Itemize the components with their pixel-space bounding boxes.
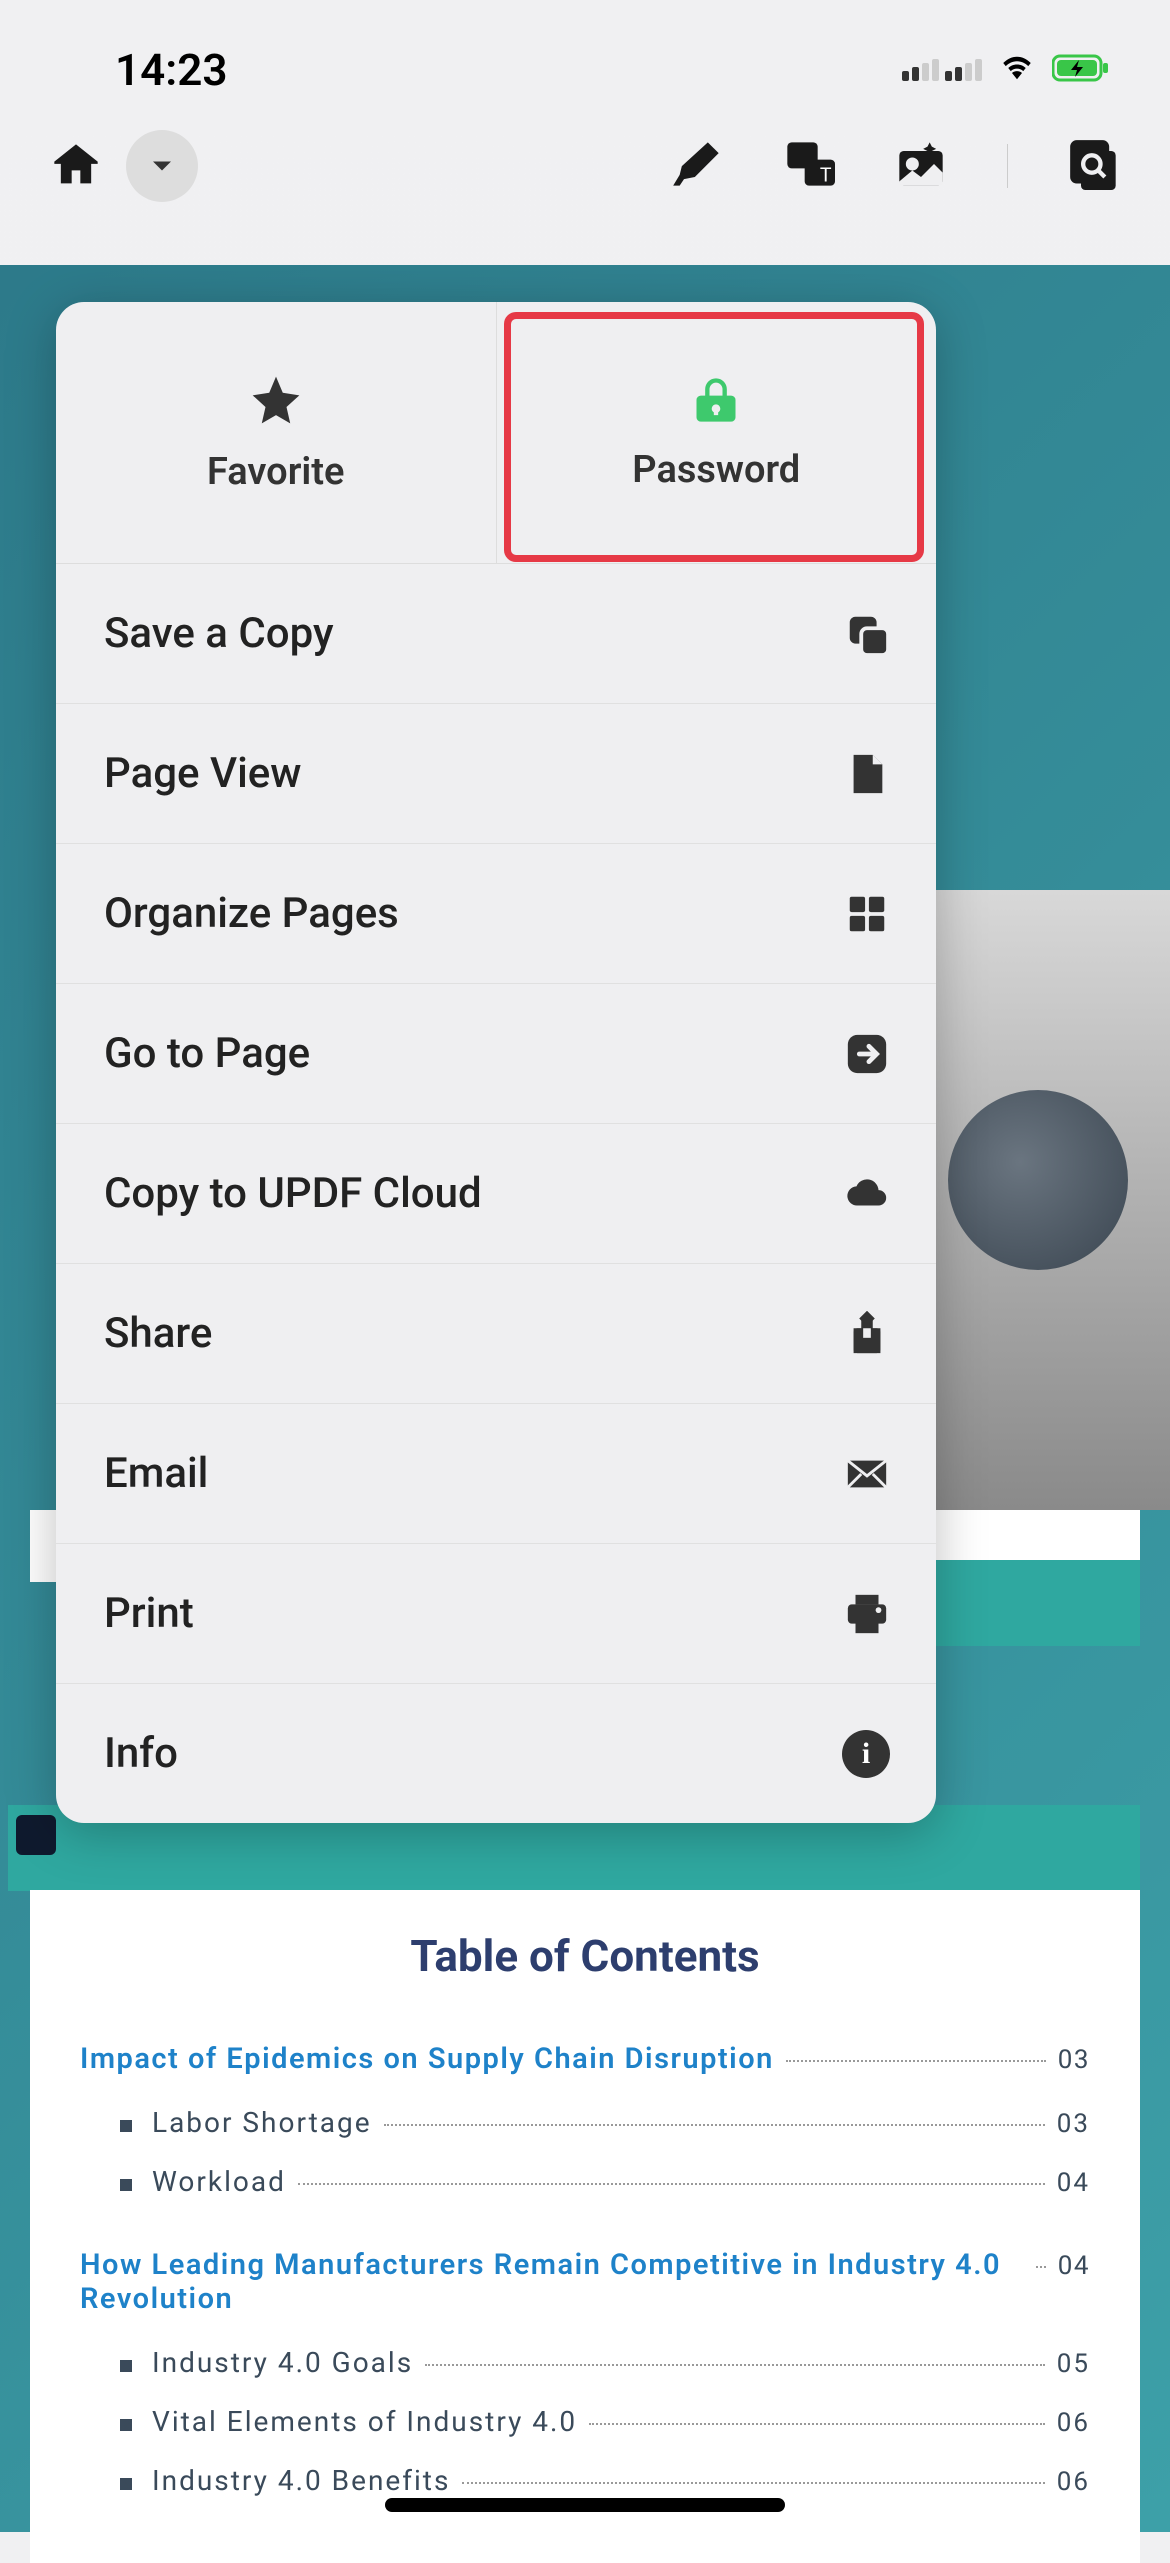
document-teal-bar: [918, 1560, 1140, 1646]
signal-icon: [902, 59, 982, 81]
table-of-contents: Table of Contents Impact of Epidemics on…: [30, 1890, 1140, 2563]
menu-item-email[interactable]: Email: [56, 1404, 936, 1544]
toc-sub-title: Industry 4.0 Goals: [152, 2346, 413, 2379]
menu-dropdown-button[interactable]: [126, 130, 198, 202]
cloud-icon: [844, 1171, 890, 1217]
bullet-icon: [120, 2179, 132, 2191]
toc-section-title: Impact of Epidemics on Supply Chain Disr…: [80, 2042, 774, 2076]
toc-subsection[interactable]: Industry 4.0 Goals 05: [120, 2346, 1090, 2379]
toc-dots: [589, 2423, 1045, 2425]
toc-sub-title: Industry 4.0 Benefits: [152, 2464, 450, 2497]
toc-dots: [462, 2482, 1044, 2484]
dropdown-tabs: Favorite Password: [56, 302, 936, 564]
bullet-icon: [120, 2360, 132, 2372]
copy-icon: [844, 611, 890, 657]
menu-item-share[interactable]: Share: [56, 1264, 936, 1404]
menu-item-label: Print: [104, 1589, 194, 1638]
menu-item-info[interactable]: Info i: [56, 1684, 936, 1823]
page-icon: [844, 751, 890, 797]
battery-charging-icon: [1052, 53, 1110, 87]
bullet-icon: [120, 2120, 132, 2132]
menu-item-copy-cloud[interactable]: Copy to UPDF Cloud: [56, 1124, 936, 1264]
toc-subsection[interactable]: Industry 4.0 Benefits 06: [120, 2464, 1090, 2497]
menu-item-label: Info: [104, 1729, 178, 1778]
toc-sub-title: Vital Elements of Industry 4.0: [152, 2405, 577, 2438]
tab-favorite-label: Favorite: [207, 450, 344, 494]
toc-sub-title: Labor Shortage: [152, 2106, 372, 2139]
toc-section-1[interactable]: Impact of Epidemics on Supply Chain Disr…: [80, 2042, 1090, 2076]
bullet-icon: [120, 2419, 132, 2431]
menu-item-label: Save a Copy: [104, 609, 334, 658]
toc-page-number: 04: [1057, 2168, 1090, 2198]
toc-dots: [1036, 2266, 1046, 2268]
toolbar-divider: [1007, 144, 1008, 188]
toc-title: Table of Contents: [80, 1930, 1090, 1982]
document-image: [918, 890, 1170, 1510]
menu-item-label: Email: [104, 1449, 208, 1498]
status-icons: [902, 53, 1110, 87]
email-icon: [844, 1451, 890, 1497]
toc-page-number: 06: [1057, 2467, 1090, 2497]
toc-dots: [384, 2124, 1045, 2126]
menu-item-label: Copy to UPDF Cloud: [104, 1169, 482, 1218]
grid-icon: [844, 891, 890, 937]
image-text-icon[interactable]: T: [783, 138, 835, 194]
search-pages-icon[interactable]: [1068, 138, 1120, 194]
svg-text:T: T: [820, 163, 832, 186]
menu-item-go-to-page[interactable]: Go to Page: [56, 984, 936, 1124]
lock-icon: [690, 374, 742, 430]
toc-dots: [425, 2364, 1045, 2366]
tab-password-label: Password: [632, 448, 800, 492]
toc-dots: [298, 2183, 1045, 2185]
toc-section-title: How Leading Manufacturers Remain Competi…: [80, 2248, 1024, 2316]
image-effects-icon[interactable]: [895, 138, 947, 194]
menu-item-print[interactable]: Print: [56, 1544, 936, 1684]
toc-section-2[interactable]: How Leading Manufacturers Remain Competi…: [80, 2248, 1090, 2316]
toc-page-number: 03: [1058, 2045, 1090, 2075]
menu-item-label: Organize Pages: [104, 889, 399, 938]
toc-dots: [786, 2060, 1046, 2062]
toc-page-number: 06: [1057, 2408, 1090, 2438]
menu-item-label: Share: [104, 1309, 212, 1358]
toc-subsection[interactable]: Workload 04: [120, 2165, 1090, 2198]
menu-item-label: Go to Page: [104, 1029, 310, 1078]
wifi-icon: [998, 53, 1036, 87]
toc-subsection[interactable]: Vital Elements of Industry 4.0 06: [120, 2405, 1090, 2438]
print-icon: [844, 1591, 890, 1637]
toc-subsection[interactable]: Labor Shortage 03: [120, 2106, 1090, 2139]
dropdown-arrow: [196, 302, 248, 308]
toc-page-number: 05: [1057, 2349, 1090, 2379]
status-time: 14:23: [115, 44, 228, 96]
dropdown-menu: Favorite Password Save a Copy Page View: [56, 302, 936, 1823]
tab-password[interactable]: Password: [497, 302, 937, 563]
info-icon: i: [842, 1730, 890, 1778]
menu-items-list: Save a Copy Page View Organize Pages Go …: [56, 564, 936, 1823]
menu-item-save-copy[interactable]: Save a Copy: [56, 564, 936, 704]
toc-page-number: 04: [1058, 2251, 1090, 2281]
bullet-icon: [120, 2478, 132, 2490]
goto-icon: [844, 1031, 890, 1077]
toc-sub-title: Workload: [152, 2165, 286, 2198]
menu-item-organize-pages[interactable]: Organize Pages: [56, 844, 936, 984]
document-badge: [16, 1815, 56, 1855]
home-indicator[interactable]: [385, 2498, 785, 2512]
star-icon: [248, 372, 304, 432]
status-bar: 14:23: [0, 0, 1170, 110]
share-icon: [844, 1311, 890, 1357]
toc-page-number: 03: [1057, 2109, 1090, 2139]
menu-item-label: Page View: [104, 749, 301, 798]
home-button[interactable]: [50, 140, 102, 192]
menu-item-page-view[interactable]: Page View: [56, 704, 936, 844]
tab-favorite[interactable]: Favorite: [56, 302, 497, 563]
app-toolbar: T: [0, 110, 1170, 222]
highlighter-icon[interactable]: [671, 138, 723, 194]
